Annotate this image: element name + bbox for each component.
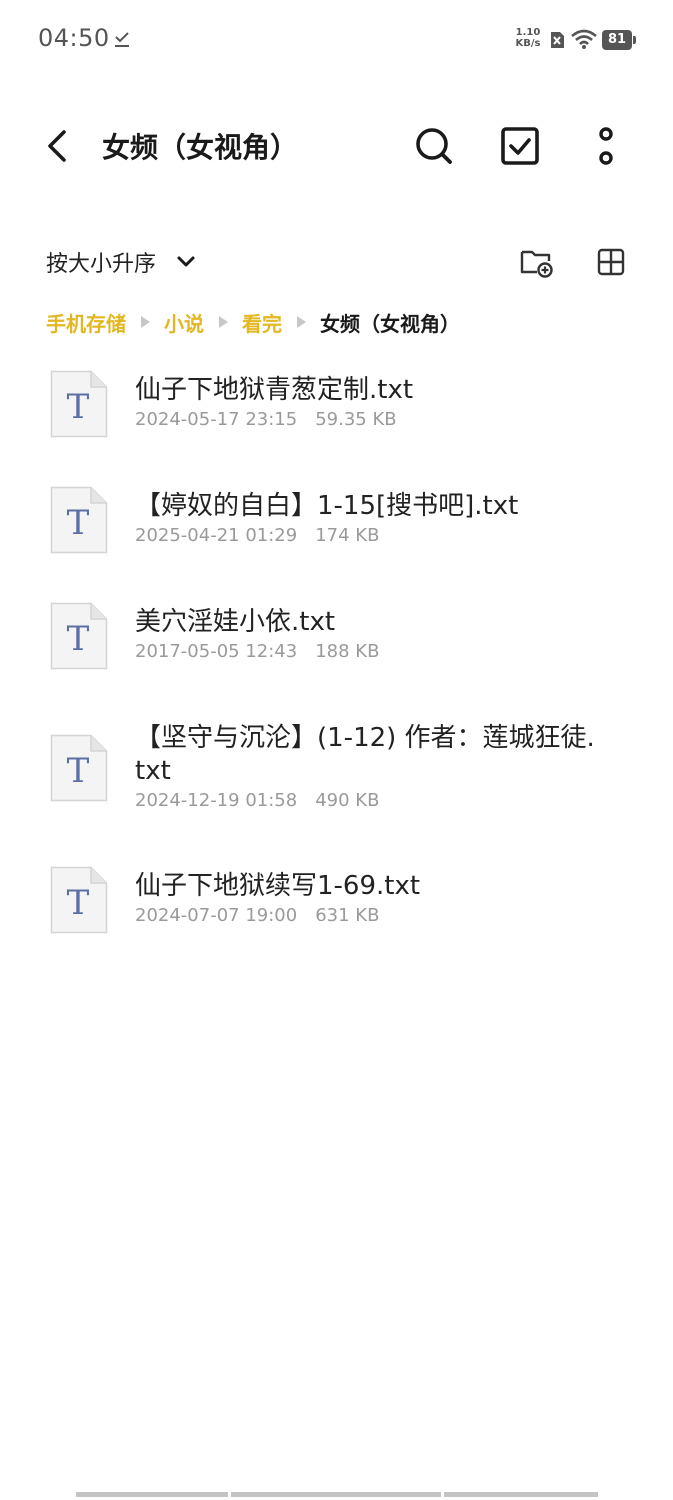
text-file-icon: T [50, 734, 108, 802]
file-name: 【坚守与沉沦】(1-12) 作者：莲城狂徒.txt [135, 723, 595, 786]
file-date: 2025-04-21 01:29 [135, 525, 298, 546]
file-meta: 2017-05-05 12:43 188 KB [135, 640, 605, 664]
file-date: 2024-12-19 01:58 [135, 790, 298, 811]
battery-level: 81 [602, 30, 632, 50]
breadcrumb-separator-icon [219, 316, 228, 328]
file-name: 仙子下地狱续写1-69.txt [135, 871, 421, 901]
file-item[interactable]: T 仙子下地狱青葱定制.txt 2024-05-17 23:15 59.35 KB [0, 360, 673, 476]
text-file-icon: T [50, 370, 108, 438]
breadcrumb-item-finished[interactable]: 看完 [242, 308, 282, 337]
file-info: 仙子下地狱青葱定制.txt 2024-05-17 23:15 59.35 KB [135, 374, 605, 432]
home-indicator-segment [76, 1492, 228, 1497]
home-indicator-segment [231, 1492, 441, 1497]
breadcrumb-item-novels[interactable]: 小说 [164, 308, 204, 337]
file-meta: 2024-07-07 19:00 631 KB [135, 904, 605, 928]
file-meta: 2025-04-21 01:29 174 KB [135, 524, 605, 548]
text-file-icon: T [50, 866, 108, 934]
new-folder-button[interactable] [518, 244, 554, 280]
file-date: 2017-05-05 12:43 [135, 641, 298, 662]
breadcrumb-separator-icon [297, 316, 306, 328]
file-item[interactable]: T 【婷奴的自白】1-15[搜书吧].txt 2025-04-21 01:29 1… [0, 476, 673, 592]
file-list: T 仙子下地狱青葱定制.txt 2024-05-17 23:15 59.35 KB… [0, 360, 673, 972]
grid-view-button[interactable] [593, 244, 629, 280]
file-info: 仙子下地狱续写1-69.txt 2024-07-07 19:00 631 KB [135, 870, 605, 928]
file-size: 631 KB [315, 905, 380, 926]
network-speed: 1.10 KB/s [512, 27, 544, 49]
file-meta: 2024-05-17 23:15 59.35 KB [135, 408, 605, 432]
file-name: 仙子下地狱青葱定制.txt [135, 375, 414, 405]
back-button[interactable] [36, 124, 80, 168]
file-size: 490 KB [315, 790, 380, 811]
toolbar: 按大小升序 [0, 238, 673, 288]
home-indicator-segment [444, 1492, 598, 1497]
file-date: 2024-05-17 23:15 [135, 409, 298, 430]
file-item[interactable]: T 【坚守与沉沦】(1-12) 作者：莲城狂徒.txt 2024-12-19 0… [0, 708, 673, 856]
network-speed-unit: KB/s [515, 38, 541, 49]
file-size: 174 KB [315, 525, 380, 546]
file-info: 美穴淫娃小依.txt 2017-05-05 12:43 188 KB [135, 606, 605, 664]
svg-text:T: T [67, 883, 90, 923]
home-indicator[interactable] [76, 1492, 598, 1497]
sort-label: 按大小升序 [46, 252, 157, 277]
file-size: 188 KB [315, 641, 380, 662]
search-button[interactable] [410, 122, 458, 170]
chevron-down-icon [177, 256, 195, 267]
file-info: 【坚守与沉沦】(1-12) 作者：莲城狂徒.txt 2024-12-19 01:… [135, 722, 605, 813]
wifi-icon [571, 29, 597, 49]
battery-tip [633, 36, 636, 44]
breadcrumb: 手机存储 小说 看完 女频（女视角） [46, 306, 460, 338]
status-time: 04:50 [38, 24, 110, 52]
svg-text:T: T [67, 387, 90, 427]
battery-icon: 81 [602, 30, 638, 50]
svg-text:T: T [67, 751, 90, 791]
text-file-icon: T [50, 602, 108, 670]
file-date: 2024-07-07 19:00 [135, 905, 298, 926]
file-meta: 2024-12-19 01:58 490 KB [135, 789, 605, 813]
svg-text:T: T [67, 503, 90, 543]
status-bar: 04:50 1.10 KB/s 81 [0, 0, 673, 80]
download-done-icon [115, 32, 129, 47]
breadcrumb-separator-icon [141, 316, 150, 328]
file-size: 59.35 KB [315, 409, 397, 430]
more-options-button[interactable] [582, 122, 630, 170]
sort-dropdown[interactable]: 按大小升序 [46, 244, 198, 280]
text-file-icon: T [50, 486, 108, 554]
svg-text:T: T [67, 619, 90, 659]
file-item[interactable]: T 美穴淫娃小依.txt 2017-05-05 12:43 188 KB [0, 592, 673, 708]
no-sim-icon [551, 32, 564, 48]
file-info: 【婷奴的自白】1-15[搜书吧].txt 2025-04-21 01:29 174… [135, 490, 605, 548]
file-item[interactable]: T 仙子下地狱续写1-69.txt 2024-07-07 19:00 631 KB [0, 856, 673, 972]
network-speed-value: 1.10 [515, 27, 541, 38]
file-name: 【婷奴的自白】1-15[搜书吧].txt [135, 491, 519, 521]
app-header: 女频（女视角） [0, 110, 673, 182]
breadcrumb-item-current: 女频（女视角） [320, 311, 460, 336]
file-name: 美穴淫娃小依.txt [135, 607, 336, 637]
multi-select-button[interactable] [496, 122, 544, 170]
page-title: 女频（女视角） [102, 131, 299, 164]
breadcrumb-item-phone-storage[interactable]: 手机存储 [46, 308, 126, 337]
